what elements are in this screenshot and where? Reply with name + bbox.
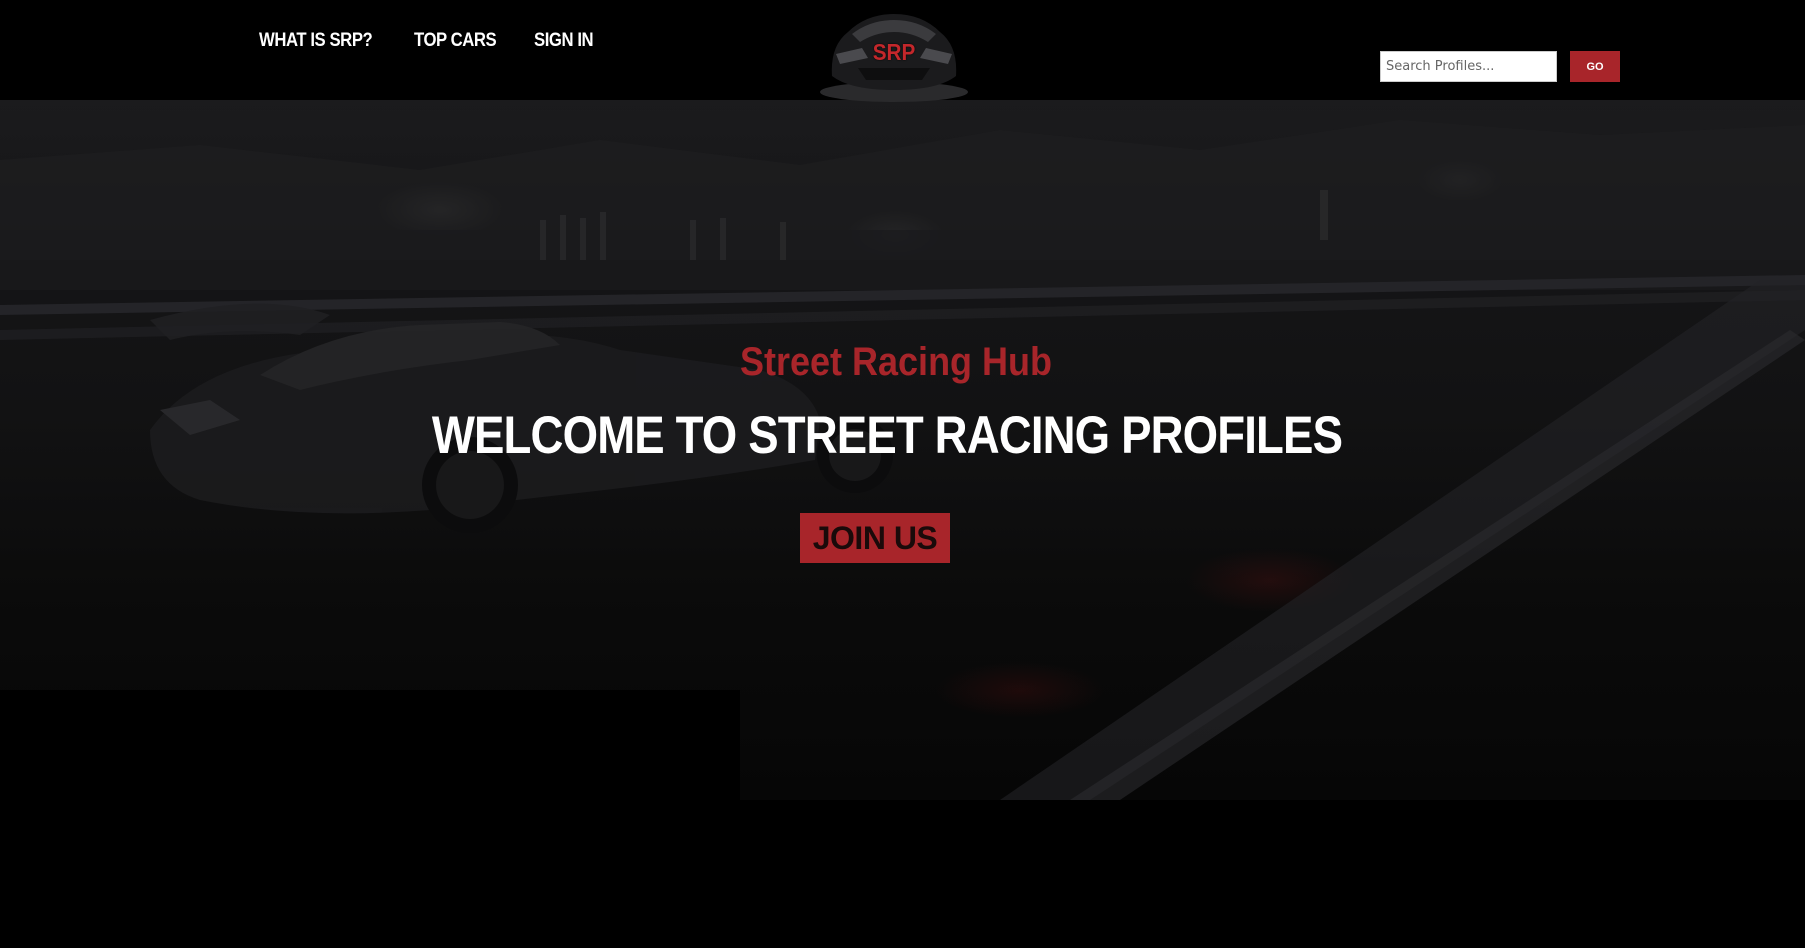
hero-title: WELCOME TO STREET RACING PROFILES bbox=[431, 406, 1343, 465]
nav-link-top-cars[interactable]: TOP CARS bbox=[414, 30, 497, 52]
page: WHAT IS SRP? TOP CARS SIGN IN SRP GO Str… bbox=[0, 0, 1805, 948]
nav-link-sign-in[interactable]: SIGN IN bbox=[534, 30, 594, 52]
join-us-button[interactable]: JOIN US bbox=[800, 513, 950, 563]
search-profiles-input[interactable] bbox=[1380, 51, 1557, 82]
search-go-button[interactable]: GO bbox=[1570, 51, 1620, 82]
nav-link-what-is-srp[interactable]: WHAT IS SRP? bbox=[259, 30, 373, 52]
site-header: WHAT IS SRP? TOP CARS SIGN IN SRP GO bbox=[0, 0, 1805, 102]
page-bottom-area bbox=[0, 800, 1805, 948]
hero-subtitle: Street Racing Hub bbox=[739, 340, 1053, 384]
site-logo[interactable]: SRP bbox=[818, 6, 970, 102]
logo-text: SRP bbox=[872, 39, 916, 65]
